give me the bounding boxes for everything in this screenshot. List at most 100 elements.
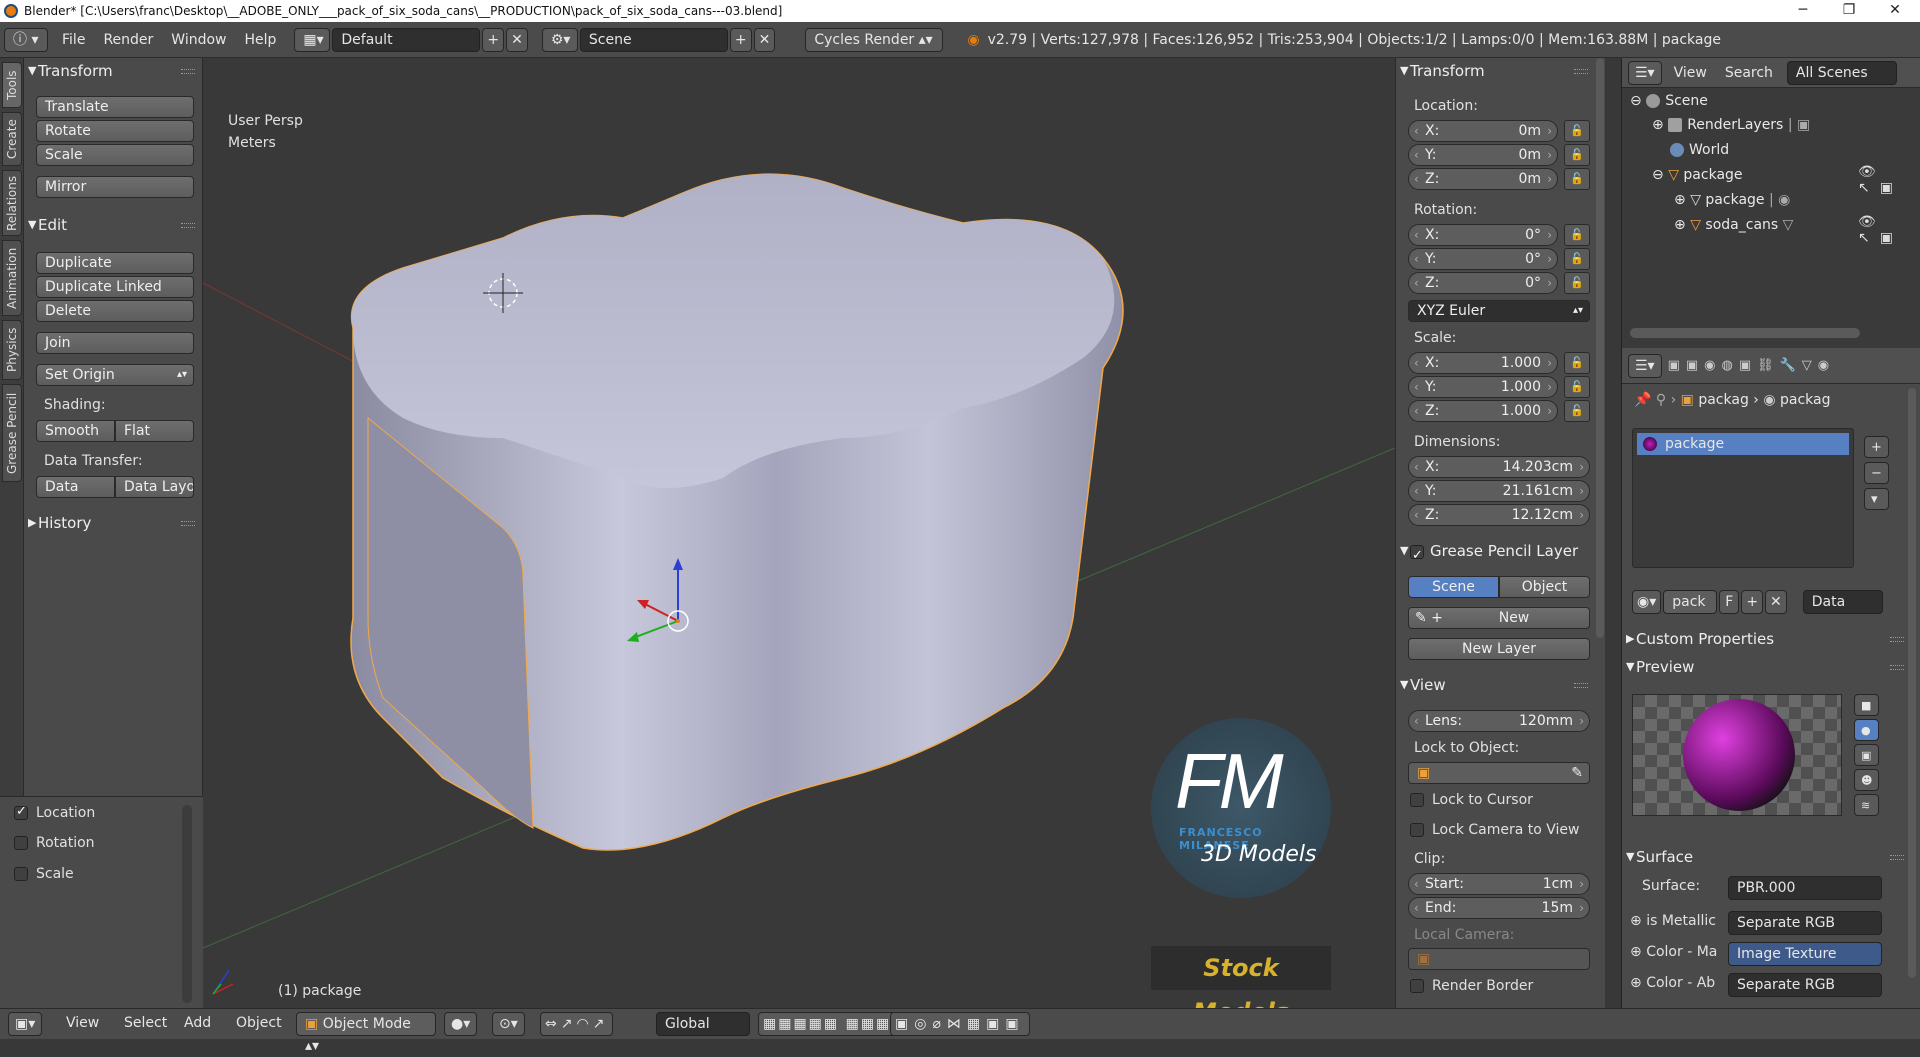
outliner-search-menu[interactable]: Search [1725,65,1773,81]
gp-object-button[interactable]: Object [1499,576,1590,598]
render-engine-select[interactable]: Cycles Render ▴▾ [805,27,944,52]
dimension-z-field[interactable]: Z:12.12cm [1408,504,1590,526]
tab-grease-pencil[interactable]: Grease Pencil [2,384,22,482]
orientation-select[interactable]: Global [656,1012,750,1036]
lock-icon[interactable]: 🔓 [1564,224,1590,246]
flat-button[interactable]: Flat [115,420,194,442]
menu-view[interactable]: View [66,1015,99,1031]
menu-add[interactable]: Add [184,1015,211,1031]
set-origin-select[interactable]: Set Origin ▴▾ [36,364,194,386]
view-panel-header[interactable]: ▼ View [1396,672,1596,698]
dimension-x-field[interactable]: X:14.203cm [1408,456,1590,478]
tree-item-package-mesh[interactable]: ⊕ ▽ package | ◉ [1674,189,1790,211]
menu-help[interactable]: Help [244,32,276,48]
location-y-field[interactable]: Y:0m [1408,144,1558,166]
operator-scrollbar[interactable] [182,805,192,1003]
duplicate-button[interactable]: Duplicate [36,252,194,274]
join-button[interactable]: Join [36,332,194,354]
tree-item-renderlayers[interactable]: ⊕ RenderLayers | ▣ [1652,114,1810,136]
display-mode-select[interactable]: All Scenes [1786,60,1897,85]
surface-shader-select[interactable]: PBR.000 [1728,876,1882,900]
slot-menu-icon[interactable]: ▾ [1864,488,1889,510]
properties-editor-icon[interactable]: ☰▾ [1628,353,1662,378]
menu-window[interactable]: Window [171,32,226,48]
tab-animation[interactable]: Animation [2,240,22,316]
material-link-select[interactable]: Data [1802,590,1883,614]
gp-new-layer-button[interactable]: New Layer [1408,638,1590,660]
rotation-y-field[interactable]: Y:0° [1408,248,1558,270]
preview-header[interactable]: ▼ Preview [1622,654,1912,680]
local-camera-field[interactable]: ▣ [1408,948,1590,970]
outliner-view-menu[interactable]: View [1674,65,1707,81]
preview-hair-icon[interactable]: ≋ [1854,794,1880,816]
clip-end-field[interactable]: End:15m [1408,897,1590,919]
material-slot-list[interactable]: package [1632,428,1854,568]
minimize-button[interactable]: ─ [1780,0,1826,22]
close-button[interactable]: ✕ [1872,0,1918,22]
remove-scene-icon[interactable]: ✕ [753,27,776,52]
scene-field[interactable]: Scene [579,27,728,52]
tab-create[interactable]: Create [2,112,22,166]
preview-sphere-icon[interactable]: ● [1854,719,1880,741]
visibility-icons[interactable]: 👁↖▣ [1858,214,1920,246]
material-browse-icon[interactable]: ◉▾ [1632,590,1662,614]
pin-icon[interactable]: 📌 [1634,392,1651,408]
transform-panel-header[interactable]: ▼ Transform [24,58,203,84]
dimension-y-field[interactable]: Y:21.161cm [1408,480,1590,502]
fake-user-button[interactable]: F [1719,590,1740,614]
history-panel-header[interactable]: ▶ History [24,510,203,536]
lock-icon[interactable]: 🔓 [1564,248,1590,270]
rotation-toggle[interactable]: Rotation [14,835,95,851]
tab-tools[interactable]: Tools [2,62,22,108]
menu-file[interactable]: File [62,32,85,48]
color-metal-input[interactable]: Image Texture [1728,942,1882,966]
n-transform-header[interactable]: ▼ Transform [1396,58,1596,84]
scale-y-field[interactable]: Y:1.000 [1408,376,1558,398]
data-layout-button[interactable]: Data Layo [115,476,194,498]
maximize-button[interactable]: ❐ [1826,0,1872,22]
rotation-z-field[interactable]: Z:0° [1408,272,1558,294]
preview-cube-icon[interactable]: ▣ [1854,744,1880,766]
editor-type-info-icon[interactable]: ⓘ ▾ [4,27,48,52]
lens-field[interactable]: Lens:120mm [1408,710,1590,732]
shading-mode-icon[interactable]: ●▾ [444,1012,478,1036]
tree-item-world[interactable]: World [1670,139,1729,161]
scale-z-field[interactable]: Z:1.000 [1408,400,1558,422]
pivot-point-icon[interactable]: ⊙▾ [492,1012,525,1036]
location-toggle[interactable]: Location [14,804,95,821]
lock-icon[interactable]: 🔓 [1564,144,1590,166]
tree-item-soda-cans[interactable]: ⊕ ▽ soda_cans ▽ [1674,214,1793,236]
mirror-button[interactable]: Mirror [36,176,194,198]
visibility-icons[interactable]: 👁↖▣ [1858,164,1920,196]
rotate-button[interactable]: Rotate [36,120,194,142]
add-layout-icon[interactable]: + [482,27,505,52]
mode-select[interactable]: ▣ Object Mode ▴▾ [296,1012,436,1054]
checkbox-icon[interactable] [1410,543,1424,564]
scene-icon[interactable]: ⚙▾ [541,27,578,52]
screen-layout-field[interactable]: Default [332,27,481,52]
context-tab-icons[interactable]: ▣▣◉◍▣⛓🔧▽◉ [1668,358,1836,373]
remove-slot-icon[interactable]: − [1864,462,1889,484]
lock-camera-toggle[interactable]: Lock Camera to View [1410,822,1580,838]
custom-properties-header[interactable]: ▶ Custom Properties [1622,626,1912,652]
outliner-editor-icon[interactable]: ☰▾ [1628,60,1662,85]
material-name-field[interactable]: pack [1663,590,1718,614]
gp-scene-button[interactable]: Scene [1408,576,1499,598]
grease-pencil-header[interactable]: ▼Grease Pencil Layer [1396,538,1596,564]
unlink-material-icon[interactable]: ✕ [1765,590,1787,614]
delete-button[interactable]: Delete [36,300,194,322]
duplicate-linked-button[interactable]: Duplicate Linked [36,276,194,298]
tab-physics[interactable]: Physics [2,320,22,380]
data-transfer-button[interactable]: Data [36,476,115,498]
edit-panel-header[interactable]: ▼ Edit [24,212,203,238]
location-z-field[interactable]: Z:0m [1408,168,1558,190]
lock-icon[interactable]: 🔓 [1564,352,1590,374]
lock-to-cursor-toggle[interactable]: Lock to Cursor [1410,792,1533,808]
translate-button[interactable]: Translate [36,96,194,118]
smooth-button[interactable]: Smooth [36,420,115,442]
properties-scrollbar[interactable] [1908,388,1916,978]
scale-toggle[interactable]: Scale [14,866,74,882]
location-x-field[interactable]: X:0m [1408,120,1558,142]
scale-button[interactable]: Scale [36,144,194,166]
color-albedo-input[interactable]: Separate RGB [1728,973,1882,997]
